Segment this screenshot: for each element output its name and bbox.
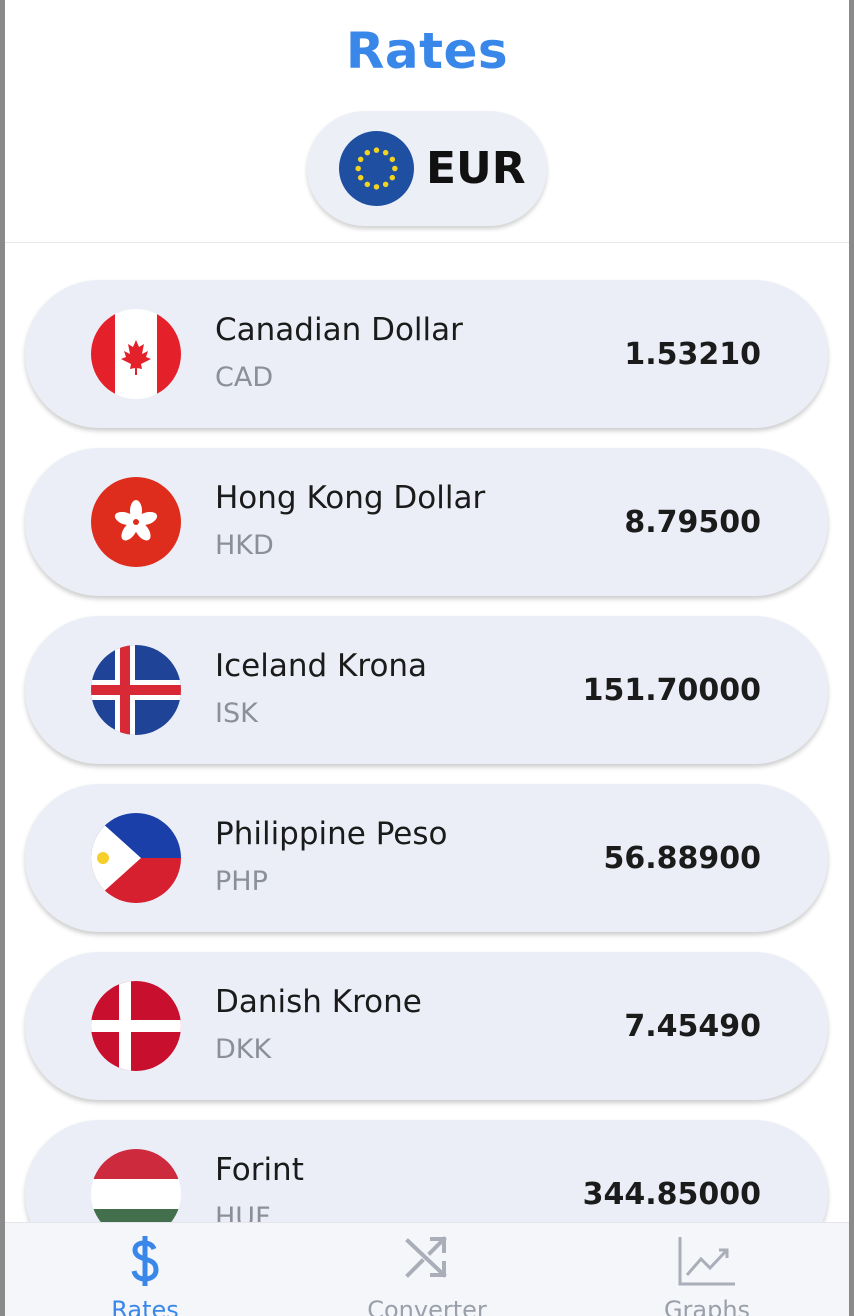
currency-name: Philippine Peso — [215, 816, 448, 852]
currency-rate: 7.45490 — [624, 1009, 761, 1044]
currency-rate: 56.88900 — [603, 841, 761, 876]
tab-graphs-label: Graphs — [663, 1296, 751, 1316]
list-item[interactable]: Iceland Krona ISK 151.70000 — [25, 616, 828, 764]
currency-code: CAD — [215, 362, 274, 393]
currency-code: PHP — [215, 866, 268, 897]
chart-icon — [677, 1235, 737, 1291]
tab-rates[interactable]: Rates — [45, 1223, 245, 1316]
list-item[interactable]: Philippine Peso PHP 56.88900 — [25, 784, 828, 932]
denmark-flag-icon — [91, 981, 181, 1071]
currency-code: ISK — [215, 698, 258, 729]
header: Rates EUR — [5, 0, 849, 243]
base-currency-selector[interactable]: EUR — [307, 111, 547, 226]
shuffle-icon — [404, 1235, 450, 1285]
currency-rate: 8.79500 — [624, 505, 761, 540]
currency-rate: 151.70000 — [582, 673, 761, 708]
currency-code: DKK — [215, 1034, 272, 1065]
currency-name: Forint — [215, 1152, 304, 1188]
rates-screen: Rates EUR Canadian Dollar CAD 1.53210 Ho… — [5, 0, 849, 1316]
rates-list[interactable]: Canadian Dollar CAD 1.53210 Hong Kong Do… — [5, 244, 849, 1222]
philippines-flag-icon — [91, 813, 181, 903]
list-item[interactable]: Forint HUF 344.85000 — [25, 1120, 828, 1222]
hungary-flag-icon — [91, 1149, 181, 1222]
eu-flag-icon — [339, 131, 414, 206]
bottom-navigation: Rates Converter Graphs — [5, 1222, 849, 1316]
tab-graphs[interactable]: Graphs — [607, 1223, 807, 1316]
tab-rates-label: Rates — [111, 1296, 179, 1316]
iceland-flag-icon — [91, 645, 181, 735]
list-item[interactable]: Hong Kong Dollar HKD 8.79500 — [25, 448, 828, 596]
currency-rate: 1.53210 — [624, 337, 761, 372]
page-title: Rates — [345, 22, 509, 80]
currency-code: HUF — [215, 1202, 271, 1222]
canada-flag-icon — [91, 309, 181, 399]
dollar-icon — [128, 1235, 162, 1291]
base-currency-code: EUR — [426, 143, 526, 194]
currency-code: HKD — [215, 530, 274, 561]
currency-name: Hong Kong Dollar — [215, 480, 486, 516]
list-item[interactable]: Danish Krone DKK 7.45490 — [25, 952, 828, 1100]
tab-converter[interactable]: Converter — [327, 1223, 527, 1316]
tab-converter-label: Converter — [367, 1296, 487, 1316]
currency-name: Danish Krone — [215, 984, 422, 1020]
currency-name: Iceland Krona — [215, 648, 428, 684]
currency-name: Canadian Dollar — [215, 312, 463, 348]
hong-kong-flag-icon — [91, 477, 181, 567]
currency-rate: 344.85000 — [582, 1177, 761, 1212]
list-item[interactable]: Canadian Dollar CAD 1.53210 — [25, 280, 828, 428]
